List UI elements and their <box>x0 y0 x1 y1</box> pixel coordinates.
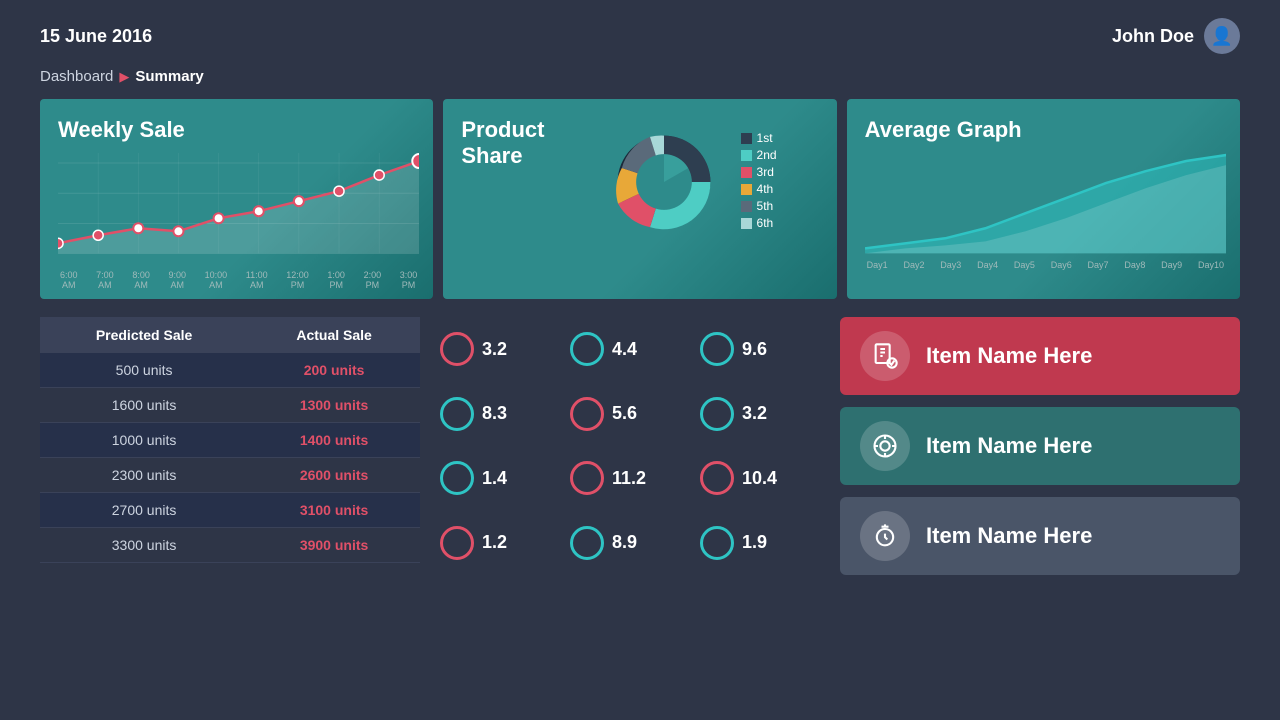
table-cell-actual: 3100 units <box>248 493 420 528</box>
table-cell-actual: 200 units <box>248 353 420 388</box>
action-button-2[interactable]: Item Name Here <box>840 497 1240 575</box>
metric-circle-icon <box>700 526 734 560</box>
metric-item: 9.6 <box>700 319 820 380</box>
metric-circle-icon <box>570 461 604 495</box>
table-header-actual: Actual Sale <box>248 317 420 353</box>
breadcrumb-current: Summary <box>135 68 203 85</box>
metric-item: 4.4 <box>570 319 690 380</box>
action-icon-0 <box>860 331 910 381</box>
metric-value: 1.4 <box>482 468 507 489</box>
table-cell-actual: 1300 units <box>248 388 420 423</box>
metric-circle-icon <box>440 332 474 366</box>
weekly-sale-x-labels: 6:00AM 7:00AM 8:00AM 9:00AM 10:00AM 11:0… <box>58 271 419 291</box>
metric-value: 3.2 <box>742 403 767 424</box>
action-button-label-1: Item Name Here <box>926 433 1092 459</box>
action-button-0[interactable]: Item Name Here <box>840 317 1240 395</box>
metric-circle-icon <box>440 461 474 495</box>
table-cell-predicted: 1000 units <box>40 423 248 458</box>
table-row: 2300 units2600 units <box>40 458 420 493</box>
weekly-sale-title: Weekly Sale <box>58 117 419 143</box>
table-row: 1000 units1400 units <box>40 423 420 458</box>
table-header-predicted: Predicted Sale <box>40 317 248 353</box>
table-cell-actual: 1400 units <box>248 423 420 458</box>
table-row: 500 units200 units <box>40 353 420 388</box>
product-share-card: Product Share <box>443 99 836 299</box>
metric-item: 8.9 <box>570 513 690 574</box>
actions-section: Item Name Here Item Name Here Item Name … <box>840 317 1240 575</box>
breadcrumb-root[interactable]: Dashboard <box>40 68 113 85</box>
username: John Doe <box>1112 26 1194 47</box>
table-row: 3300 units3900 units <box>40 528 420 563</box>
metric-value: 1.2 <box>482 532 507 553</box>
breadcrumb: Dashboard ▶ Summary <box>0 64 1280 99</box>
metric-item: 5.6 <box>570 384 690 445</box>
metric-value: 3.2 <box>482 339 507 360</box>
metric-circle-icon <box>570 332 604 366</box>
metric-circle-icon <box>700 397 734 431</box>
table-cell-predicted: 500 units <box>40 353 248 388</box>
product-share-title: Product Share <box>461 117 544 170</box>
metric-item: 8.3 <box>440 384 560 445</box>
metric-circle-icon <box>440 526 474 560</box>
metric-circle-icon <box>440 397 474 431</box>
table-row: 1600 units1300 units <box>40 388 420 423</box>
metric-circle-icon <box>700 461 734 495</box>
bottom-row: Predicted Sale Actual Sale 500 units200 … <box>0 317 1280 575</box>
metric-item: 1.4 <box>440 448 560 509</box>
table-cell-actual: 2600 units <box>248 458 420 493</box>
weekly-sale-card: Weekly Sale <box>40 99 433 299</box>
table-cell-predicted: 3300 units <box>40 528 248 563</box>
metric-value: 4.4 <box>612 339 637 360</box>
metric-item: 1.9 <box>700 513 820 574</box>
table-section: Predicted Sale Actual Sale 500 units200 … <box>40 317 420 575</box>
table-row: 2700 units3100 units <box>40 493 420 528</box>
metric-value: 1.9 <box>742 532 767 553</box>
action-button-label-0: Item Name Here <box>926 343 1092 369</box>
table-cell-actual: 3900 units <box>248 528 420 563</box>
donut-chart <box>599 117 729 247</box>
metric-circle-icon <box>700 332 734 366</box>
average-graph-chart <box>865 153 1226 253</box>
metric-item: 10.4 <box>700 448 820 509</box>
metric-item: 3.2 <box>700 384 820 445</box>
charts-row: Weekly Sale <box>0 99 1280 299</box>
metric-item: 3.2 <box>440 319 560 380</box>
average-graph-x-labels: Day1 Day2 Day3 Day4 Day5 Day6 Day7 Day8 … <box>865 261 1226 271</box>
metric-value: 5.6 <box>612 403 637 424</box>
table-cell-predicted: 2300 units <box>40 458 248 493</box>
header: 15 June 2016 John Doe 👤 <box>0 0 1280 64</box>
table-cell-predicted: 1600 units <box>40 388 248 423</box>
metrics-section: 3.2 4.4 9.6 8.3 5.6 3.2 1.4 11.2 10.4 1.2 8.9 1.9 <box>430 317 830 575</box>
metric-value: 10.4 <box>742 468 777 489</box>
sale-table: Predicted Sale Actual Sale 500 units200 … <box>40 317 420 563</box>
table-cell-predicted: 2700 units <box>40 493 248 528</box>
metric-value: 11.2 <box>612 468 646 489</box>
header-date: 15 June 2016 <box>40 26 152 47</box>
breadcrumb-arrow-icon: ▶ <box>119 69 129 85</box>
product-share-legend: 1st 2nd 3rd 4th 5th 6th <box>741 131 777 233</box>
average-graph-card: Average Graph Day1 Day2 Day3 Day4 Day5 D… <box>847 99 1240 299</box>
metric-value: 8.9 <box>612 532 637 553</box>
metric-circle-icon <box>570 397 604 431</box>
action-icon-1 <box>860 421 910 471</box>
metric-item: 11.2 <box>570 448 690 509</box>
average-graph-title: Average Graph <box>865 117 1226 143</box>
action-button-label-2: Item Name Here <box>926 523 1092 549</box>
metric-item: 1.2 <box>440 513 560 574</box>
metric-value: 9.6 <box>742 339 767 360</box>
action-icon-2 <box>860 511 910 561</box>
avatar: 👤 <box>1204 18 1240 54</box>
weekly-sale-chart <box>58 153 419 263</box>
metric-value: 8.3 <box>482 403 507 424</box>
header-user: John Doe 👤 <box>1112 18 1240 54</box>
metric-circle-icon <box>570 526 604 560</box>
action-button-1[interactable]: Item Name Here <box>840 407 1240 485</box>
